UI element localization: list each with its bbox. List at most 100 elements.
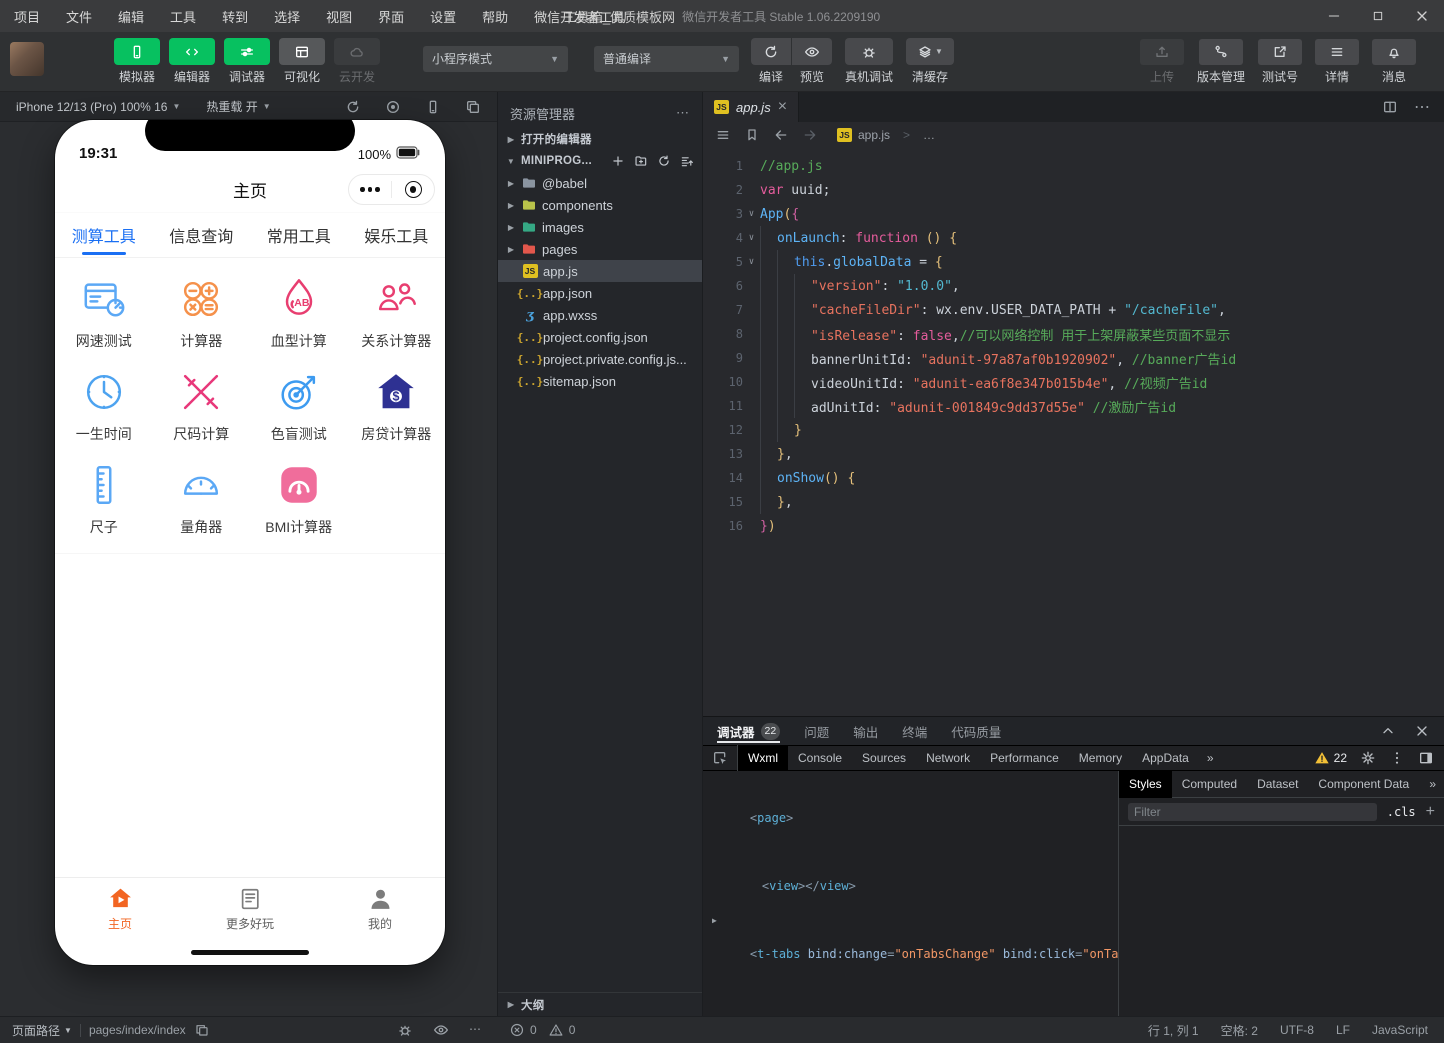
close-panel-icon[interactable] <box>1414 723 1430 739</box>
tabbar-home[interactable]: 主页 <box>55 885 185 932</box>
copy-path-icon[interactable] <box>194 1022 210 1038</box>
windows-icon[interactable] <box>465 99 481 115</box>
devtools-tab-console[interactable]: Console <box>788 745 852 771</box>
fold-toggle-icon[interactable]: ∨ <box>743 209 760 219</box>
menu-item-0[interactable]: 项目 <box>14 7 40 26</box>
menu-item-9[interactable]: 帮助 <box>482 7 508 26</box>
file-row-pages[interactable]: ▶ pages <box>498 238 702 260</box>
avatar[interactable] <box>10 42 44 76</box>
phone-tab-2[interactable]: 常用工具 <box>250 213 348 257</box>
menu-item-3[interactable]: 工具 <box>170 7 196 26</box>
action-bug-button[interactable]: 真机调试 <box>845 38 893 85</box>
phone-icon[interactable] <box>425 99 441 115</box>
devtools-tab-network[interactable]: Network <box>916 745 980 771</box>
page-path-select[interactable]: 页面路径 ▼ <box>12 1022 72 1039</box>
phone-tab-3[interactable]: 娱乐工具 <box>348 213 446 257</box>
project-root-section[interactable]: ▼ MINIPROG... <box>498 150 702 172</box>
file-row-project-config-json[interactable]: {..}project.config.json <box>498 326 702 348</box>
fold-toggle-icon[interactable]: ∨ <box>743 257 760 267</box>
menu-item-1[interactable]: 文件 <box>66 7 92 26</box>
tool-item[interactable]: AB 血型计算 <box>250 276 348 351</box>
collapse-icon[interactable] <box>680 153 694 169</box>
toolbar-external-button[interactable]: 测试号 <box>1258 39 1302 85</box>
breadcrumb-more[interactable]: … <box>923 128 935 142</box>
outline-section[interactable]: ▶ 大纲 <box>498 992 702 1016</box>
close-target-icon[interactable] <box>392 181 434 198</box>
open-editors-section[interactable]: ▶ 打开的编辑器 <box>498 128 702 150</box>
styles-tab-dataset[interactable]: Dataset <box>1247 771 1308 798</box>
menu-item-4[interactable]: 转到 <box>222 7 248 26</box>
filter-input[interactable]: Filter <box>1128 803 1377 821</box>
file-row-app-wxss[interactable]: ʒapp.wxss <box>498 304 702 326</box>
file-row-images[interactable]: ▶ images <box>498 216 702 238</box>
tool-item[interactable]: 网速测试 <box>55 276 153 351</box>
debugger-tab-代码质量[interactable]: 代码质量 <box>951 717 1001 745</box>
devtools-tab-wxml[interactable]: Wxml <box>738 745 788 771</box>
compile-mode-select[interactable]: 普通编译 ▼ <box>594 46 739 72</box>
status-item-3[interactable]: LF <box>1336 1023 1350 1037</box>
wxml-node[interactable]: style="margin-top: 2px;" class="custom-t… <box>713 980 1114 1016</box>
action-eye-button[interactable]: 预览 <box>792 38 832 85</box>
action-refresh-button[interactable]: 编译 <box>751 38 791 85</box>
expand-arrow-icon[interactable]: ▶ <box>712 912 717 929</box>
file-row--babel[interactable]: ▶ @babel <box>498 172 702 194</box>
tool-item[interactable]: 计算器 <box>153 276 251 351</box>
more-actions-icon[interactable]: ⋯ <box>676 105 690 121</box>
mode-select[interactable]: 小程序模式 ▼ <box>423 46 568 72</box>
code-area[interactable]: 1 //app.js 2 var uuid; 3 ∨ App({ 4 ∨ onL… <box>703 148 1444 716</box>
toolbar-phone-button[interactable]: 模拟器 <box>114 38 160 85</box>
toolbar-code-button[interactable]: 编辑器 <box>169 38 215 85</box>
devtools-tab-appdata[interactable]: AppData <box>1132 745 1199 771</box>
tool-item[interactable]: 一生时间 <box>55 369 153 444</box>
more-actions-icon[interactable]: ⋯ <box>1414 97 1430 117</box>
debugger-tab-问题[interactable]: 问题 <box>804 717 829 745</box>
toolbar-layout-button[interactable]: 可视化 <box>279 38 325 85</box>
status-item-0[interactable]: 行 1, 列 1 <box>1148 1022 1199 1039</box>
chevron-up-icon[interactable] <box>1380 723 1396 739</box>
refresh-icon[interactable] <box>345 99 361 115</box>
hot-reload-toggle[interactable]: 热重载 开 ▼ <box>206 98 270 115</box>
devtools-tab-performance[interactable]: Performance <box>980 745 1069 771</box>
debugger-tab-调试器[interactable]: 调试器 22 <box>717 717 780 745</box>
preview-eye-icon[interactable] <box>433 1022 449 1038</box>
outline-list-icon[interactable] <box>715 127 731 143</box>
tool-item[interactable]: BMI计算器 <box>250 462 348 537</box>
menu-item-6[interactable]: 视图 <box>326 7 352 26</box>
wxml-node[interactable]: ▶ <t-tabs bind:change="onTabsChange" bin… <box>713 912 1114 980</box>
minimize-icon[interactable] <box>1312 0 1356 32</box>
toolbar-cloud-button[interactable]: 云开发 <box>334 38 380 85</box>
tool-item[interactable]: 尺码计算 <box>153 369 251 444</box>
inspect-element-icon[interactable] <box>703 745 738 771</box>
problems-indicator[interactable]: 0 0 <box>497 1017 703 1043</box>
refresh-icon[interactable] <box>657 153 671 169</box>
dock-side-icon[interactable] <box>1418 750 1434 766</box>
toolbar-sliders-button[interactable]: 调试器 <box>224 38 270 85</box>
close-tab-icon[interactable]: × <box>778 98 787 116</box>
more-actions-icon[interactable]: ⋯ <box>469 1022 481 1038</box>
menu-item-7[interactable]: 界面 <box>378 7 404 26</box>
tabbar-news[interactable]: 更多好玩 <box>185 885 315 932</box>
devtools-tab-memory[interactable]: Memory <box>1069 745 1132 771</box>
toolbar-list-button[interactable]: 详情 <box>1315 39 1359 85</box>
close-icon[interactable] <box>1400 0 1444 32</box>
styles-tab-styles[interactable]: Styles <box>1119 771 1172 798</box>
plus-icon[interactable] <box>611 153 625 169</box>
status-item-2[interactable]: UTF-8 <box>1280 1023 1314 1037</box>
debugger-tab-终端[interactable]: 终端 <box>902 717 927 745</box>
new-style-rule-button[interactable]: + <box>1426 803 1435 821</box>
menu-item-2[interactable]: 编辑 <box>118 7 144 26</box>
stoprec-icon[interactable] <box>385 99 401 115</box>
phone-tab-0[interactable]: 测算工具 <box>55 213 153 257</box>
status-item-4[interactable]: JavaScript <box>1372 1023 1428 1037</box>
navigate-back-icon[interactable] <box>773 127 789 143</box>
file-row-sitemap-json[interactable]: {..}sitemap.json <box>498 370 702 392</box>
folderplus-icon[interactable] <box>634 153 648 169</box>
maximize-icon[interactable] <box>1356 0 1400 32</box>
editor-tab-appjs[interactable]: JS app.js × <box>703 92 799 122</box>
file-row-project-private-config-js-[interactable]: {..}project.private.config.js... <box>498 348 702 370</box>
file-row-app-json[interactable]: {..}app.json <box>498 282 702 304</box>
tool-item[interactable]: 量角器 <box>153 462 251 537</box>
menu-item-5[interactable]: 选择 <box>274 7 300 26</box>
action-layers-button[interactable]: ▼ 清缓存 <box>906 38 954 85</box>
menu-item-8[interactable]: 设置 <box>430 7 456 26</box>
